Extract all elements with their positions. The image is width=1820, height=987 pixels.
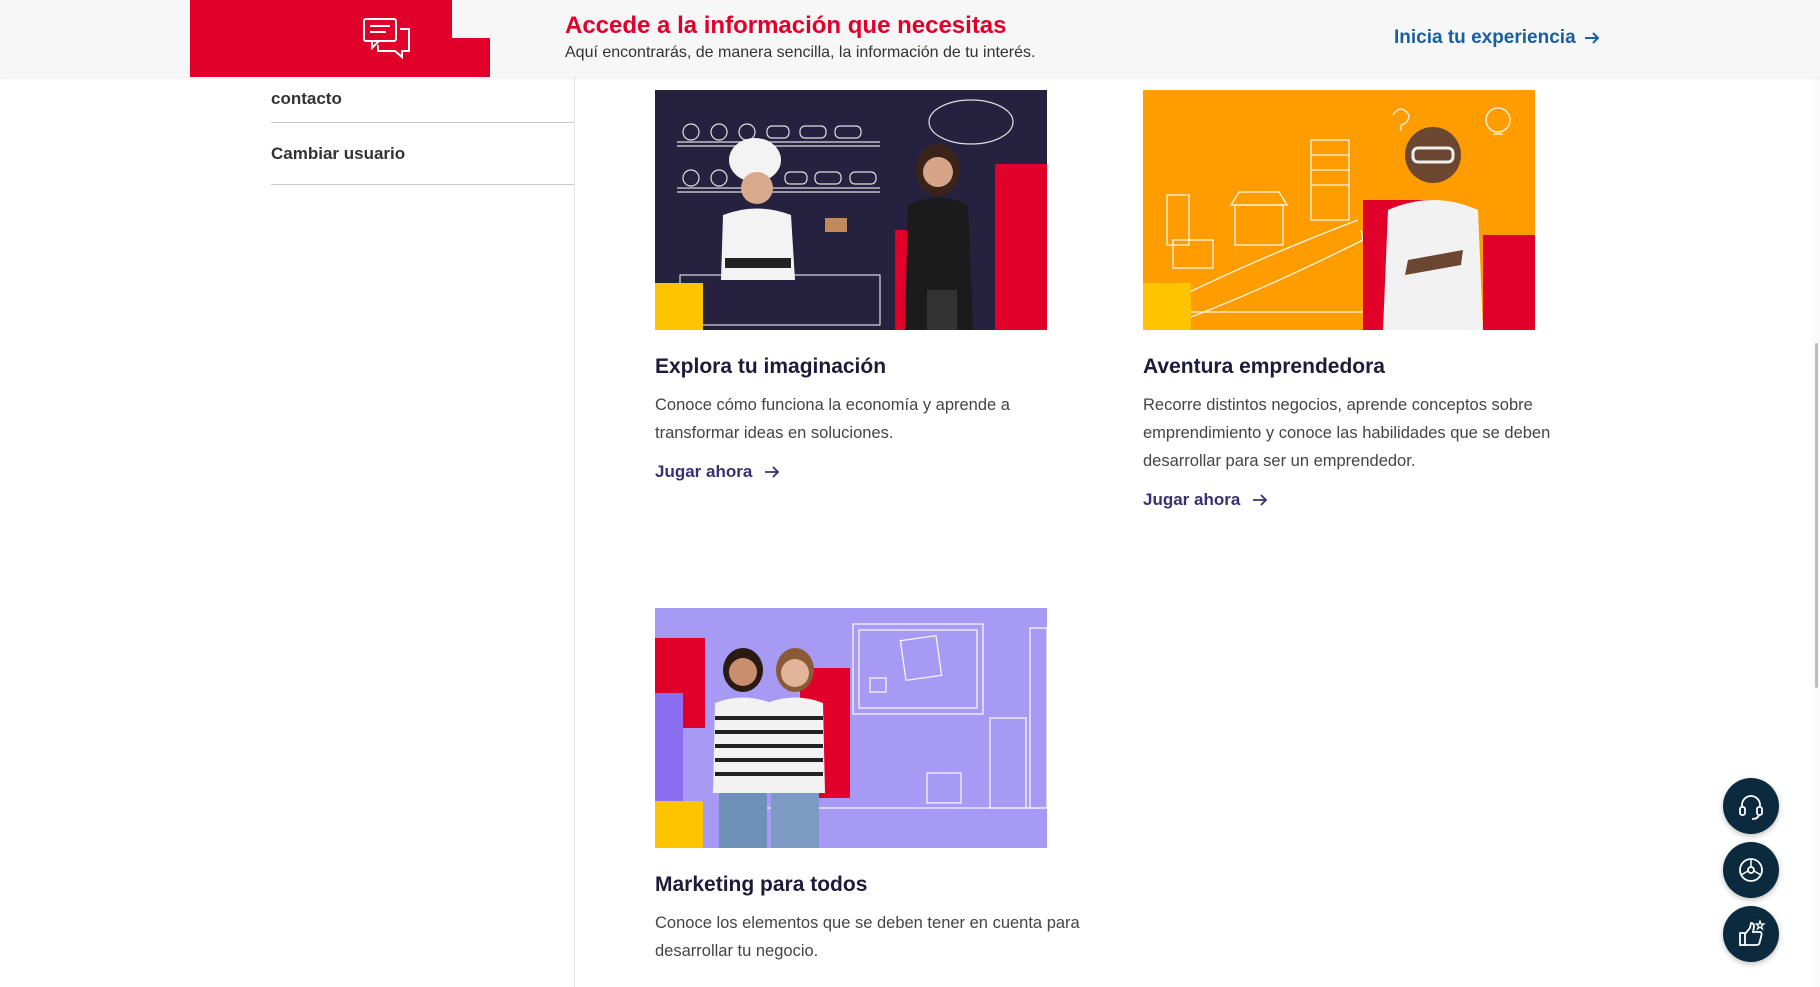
play-now-label: Jugar ahora xyxy=(655,462,753,481)
chat-bubbles-icon xyxy=(363,18,410,59)
play-now-link[interactable]: Jugar ahora xyxy=(655,462,1075,482)
start-experience-label: Inicia tu experiencia xyxy=(1394,27,1576,48)
content-divider xyxy=(574,77,575,987)
card-image-marketing[interactable] xyxy=(655,608,1047,848)
card-title: Aventura emprendedora xyxy=(1143,355,1385,378)
card-description: Conoce los elementos que se deben tener … xyxy=(655,914,1080,960)
arrow-right-icon xyxy=(765,466,780,478)
top-banner: Accede a la información que necesitas Aq… xyxy=(0,0,1820,77)
card-title: Marketing para todos xyxy=(655,873,868,896)
banner-title: Accede a la información que necesitas xyxy=(565,12,1007,39)
wheel-button[interactable] xyxy=(1723,842,1779,898)
banner-accent-block xyxy=(190,0,452,77)
card-title: Explora tu imaginación xyxy=(655,355,887,378)
card-illustration xyxy=(655,90,1047,330)
sidebar-item-contacto[interactable]: contacto xyxy=(271,77,574,123)
start-experience-link[interactable]: Inicia tu experiencia xyxy=(1394,27,1600,49)
arrow-right-icon xyxy=(1584,32,1600,44)
headset-icon xyxy=(1739,795,1763,820)
wheel-icon xyxy=(1739,858,1763,882)
banner-subtitle: Aquí encontrarás, de manera sencilla, la… xyxy=(565,44,1036,61)
card-illustration xyxy=(655,608,1047,848)
card-description: Conoce cómo funciona la economía y apren… xyxy=(655,396,1010,442)
card-description: Recorre distintos negocios, aprende conc… xyxy=(1143,396,1551,470)
play-now-link[interactable]: Jugar ahora xyxy=(1143,490,1563,510)
game-card: Aventura emprendedora Recorre distintos … xyxy=(1143,90,1563,510)
game-card: Marketing para todos Conoce los elemento… xyxy=(655,608,1080,965)
support-button[interactable] xyxy=(1723,778,1779,834)
card-illustration xyxy=(1143,90,1535,330)
sidebar-menu: contacto Cambiar usuario xyxy=(271,77,574,185)
game-card: Explora tu imaginación Conoce cómo funci… xyxy=(655,90,1075,482)
arrow-right-icon xyxy=(1253,494,1268,506)
card-image-explora[interactable] xyxy=(655,90,1047,330)
card-image-aventura[interactable] xyxy=(1143,90,1535,330)
sidebar-item-cambiar-usuario[interactable]: Cambiar usuario xyxy=(271,123,574,185)
play-now-label: Jugar ahora xyxy=(1143,490,1241,509)
banner-accent-tab xyxy=(452,38,490,77)
thumbs-up-star-icon xyxy=(1739,919,1766,946)
feedback-button[interactable] xyxy=(1723,906,1779,962)
scrollbar-thumb[interactable] xyxy=(1815,343,1818,688)
